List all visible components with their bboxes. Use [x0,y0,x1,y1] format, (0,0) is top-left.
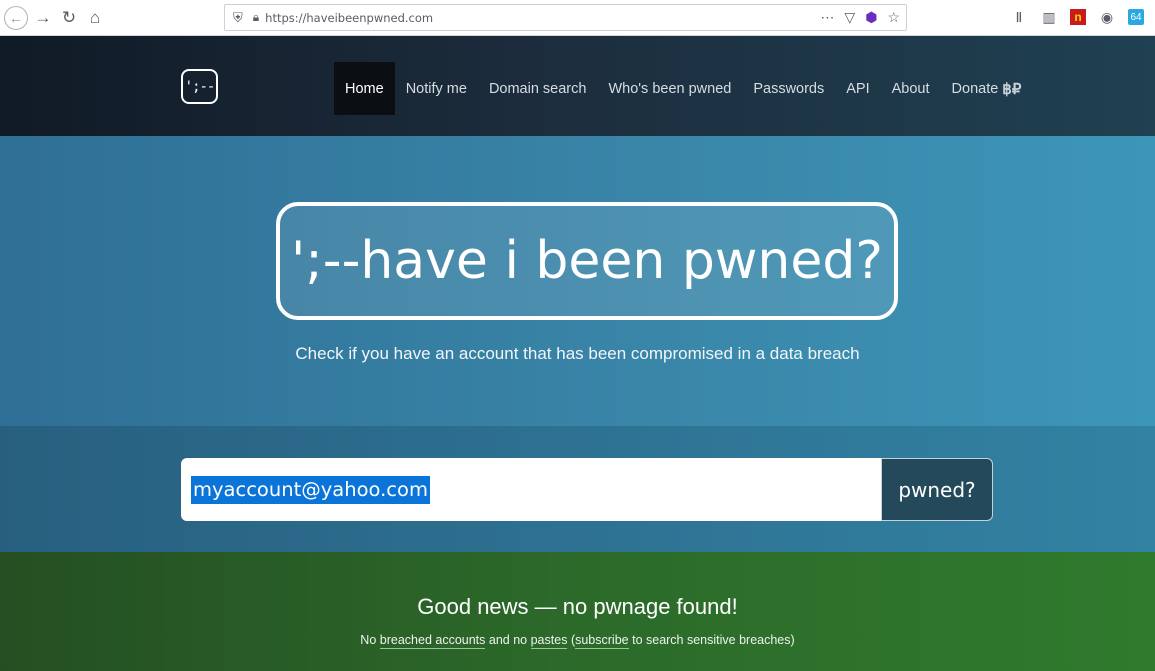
account-search-input[interactable]: myaccount@yahoo.com [181,458,883,521]
url-bar[interactable]: ⛨ 🔒︎ https://haveibeenpwned.com ⋯ ▽ ⬢ ☆ [224,4,907,31]
account-icon[interactable]: ◉ [1098,7,1116,27]
nav-api[interactable]: API [835,62,880,115]
result-title: Good news — no pwnage found! [417,594,738,619]
more-icon[interactable]: ⋯ [820,9,834,26]
search-input-value[interactable]: myaccount@yahoo.com [191,475,430,504]
result-text-1: No [360,633,377,647]
pocket-icon[interactable]: ▽ [844,9,855,26]
site-nav: ';-- Home Notify me Domain search Who's … [0,36,1155,136]
nav-whos-been-pwned[interactable]: Who's been pwned [597,62,742,115]
back-icon[interactable]: ← [4,5,28,30]
library-icon[interactable]: Ⅱ [1010,7,1028,27]
forward-icon[interactable]: → [32,7,54,29]
hero-section: ';--have i been pwned? Check if you have… [0,136,1155,426]
site-title-box: ';--have i been pwned? [276,202,898,320]
tagline: Check if you have an account that has be… [295,344,860,363]
shield-icon[interactable]: ⛨ [233,10,243,26]
nav-home[interactable]: Home [334,62,395,115]
pastes-link[interactable]: pastes [530,633,568,649]
site-title: ';--have i been pwned? [290,231,883,291]
extension-icon[interactable]: ⬢ [865,9,877,26]
subscribe-link[interactable]: subscribe [575,633,629,649]
site-logo[interactable]: ';-- [181,69,218,104]
pwned-button[interactable]: pwned? [881,458,993,521]
nav-donate[interactable]: Donate ฿₽ [941,62,1033,115]
nav-notify-me[interactable]: Notify me [395,62,478,115]
sidebar-icon[interactable]: ▥ [1040,7,1058,27]
result-section: Good news — no pwnage found! No breached… [0,552,1155,671]
home-icon[interactable]: ⌂ [84,7,106,29]
donate-label: Donate [951,80,999,97]
main-menu: Home Notify me Domain search Who's been … [334,62,1032,115]
extension-n-icon[interactable]: n [1070,9,1086,25]
search-section: myaccount@yahoo.com pwned? [0,426,1155,552]
browser-toolbar: ← → ↻ ⌂ ⛨ 🔒︎ https://haveibeenpwned.com … [0,0,1155,36]
nav-about[interactable]: About [881,62,941,115]
nav-domain-search[interactable]: Domain search [478,62,598,115]
extension-64-icon[interactable]: 64 [1128,9,1144,25]
url-text[interactable]: https://haveibeenpwned.com [265,11,433,25]
reload-icon[interactable]: ↻ [58,7,80,29]
result-subtitle: No breached accounts and no pastes (subs… [0,633,1155,649]
result-text-4: to search sensitive breaches) [632,633,795,647]
breached-accounts-link[interactable]: breached accounts [379,633,486,649]
result-text-2: and no [488,633,528,647]
nav-passwords[interactable]: Passwords [742,62,835,115]
crypto-icon: ฿₽ [1002,80,1022,98]
lock-icon[interactable]: 🔒︎ [253,10,259,25]
bookmark-star-icon[interactable]: ☆ [887,9,900,26]
